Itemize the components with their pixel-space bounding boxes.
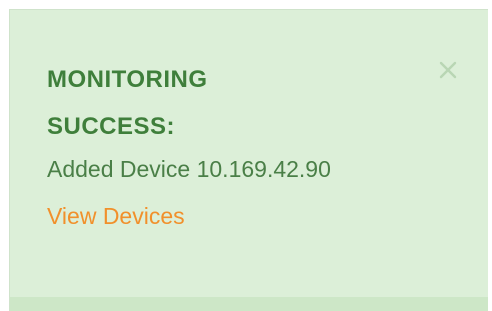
notification-title-line2: SUCCESS:: [47, 113, 176, 140]
close-icon[interactable]: [436, 58, 460, 82]
window-frame-top: [0, 0, 492, 9]
window-frame-right: [488, 0, 492, 311]
notification-bottom-bar: [10, 297, 488, 311]
window-frame-left: [0, 0, 9, 311]
success-notification: MONITORING SUCCESS: Added Device 10.169.…: [9, 9, 488, 311]
notification-message: Added Device 10.169.42.90: [47, 156, 331, 182]
notification-title: MONITORING SUCCESS:: [47, 56, 347, 150]
notification-title-line1: MONITORING: [47, 66, 208, 93]
view-devices-link[interactable]: View Devices: [47, 202, 185, 230]
